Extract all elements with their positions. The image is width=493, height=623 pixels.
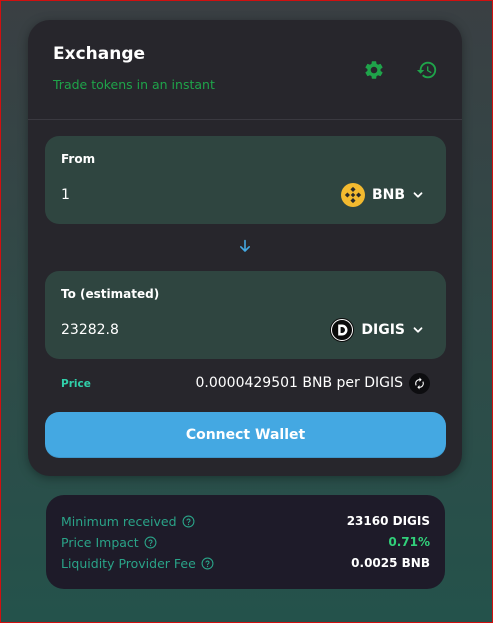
to-token-symbol: DIGIS	[361, 322, 405, 338]
digis-logo-icon	[330, 318, 355, 342]
connect-wallet-button[interactable]: Connect Wallet	[45, 412, 446, 458]
from-token-select[interactable]: BNB	[340, 181, 424, 209]
minimum-received-value: 23160 DIGIS	[346, 514, 430, 528]
trade-details-panel: Minimum received 23160 DIGIS Price Impac…	[46, 495, 445, 589]
to-panel: To (estimated) DIGIS	[45, 271, 446, 359]
from-panel: From BNB	[45, 136, 446, 224]
liquidity-fee-row: Liquidity Provider Fee 0.0025 BNB	[61, 554, 430, 572]
price-impact-label: Price Impact	[61, 534, 139, 550]
chevron-down-icon	[413, 327, 423, 333]
from-amount-input[interactable]	[59, 184, 263, 206]
bnb-logo-icon	[340, 183, 365, 207]
help-icon[interactable]	[201, 557, 214, 570]
exchange-card: Exchange Trade tokens in an instant From	[28, 20, 462, 476]
price-impact-row: Price Impact 0.71%	[61, 533, 430, 551]
help-icon[interactable]	[182, 515, 195, 528]
arrow-down-icon[interactable]	[237, 238, 253, 254]
refresh-icon	[415, 377, 424, 390]
price-label: Price	[61, 378, 91, 390]
minimum-received-label: Minimum received	[61, 513, 177, 529]
liquidity-fee-value: 0.0025 BNB	[351, 556, 430, 570]
to-token-select[interactable]: DIGIS	[330, 316, 424, 344]
page-title: Exchange	[53, 44, 146, 64]
exchange-header: Exchange Trade tokens in an instant	[28, 20, 462, 120]
price-value: 0.0000429501 BNB per DIGIS	[195, 375, 404, 391]
from-token-symbol: BNB	[371, 187, 405, 203]
chevron-down-icon	[413, 192, 423, 198]
liquidity-fee-label: Liquidity Provider Fee	[61, 555, 196, 571]
to-label: To (estimated)	[61, 287, 160, 301]
minimum-received-row: Minimum received 23160 DIGIS	[61, 512, 430, 530]
price-impact-value: 0.71%	[388, 535, 430, 549]
to-amount-input[interactable]	[59, 319, 263, 341]
history-icon[interactable]	[416, 59, 438, 81]
page-subtitle: Trade tokens in an instant	[53, 77, 215, 92]
help-icon[interactable]	[144, 536, 157, 549]
invert-price-button[interactable]	[409, 373, 430, 394]
gear-icon[interactable]	[363, 59, 385, 81]
from-label: From	[61, 152, 96, 166]
